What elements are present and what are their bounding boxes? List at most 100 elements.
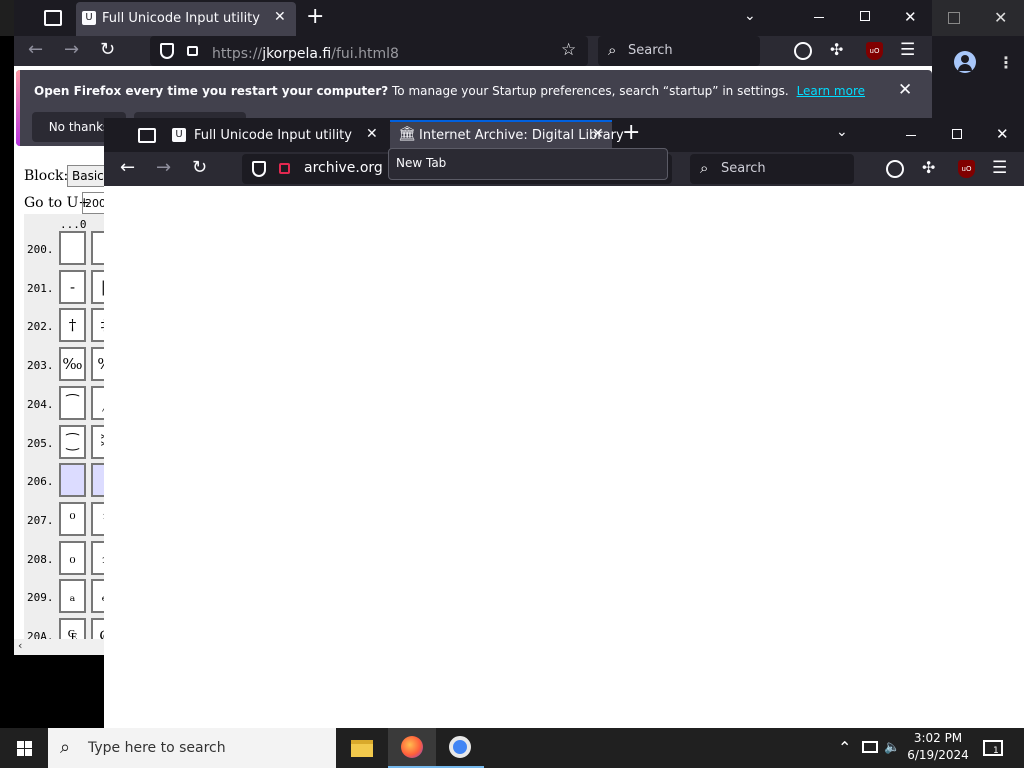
notification-accent — [16, 70, 20, 146]
list-all-tabs-icon[interactable]: ⌄ — [836, 124, 848, 140]
shield-icon[interactable] — [252, 161, 266, 177]
show-hidden-icons-icon[interactable]: ⌃ — [838, 738, 851, 757]
minimize-icon[interactable] — [814, 17, 824, 18]
account-icon[interactable] — [886, 160, 904, 178]
search-icon: ⌕ — [700, 159, 709, 177]
volume-muted-icon[interactable]: 🔈 — [884, 740, 900, 755]
url-text: archive.org — [304, 160, 383, 176]
row-code-label: 208. — [27, 552, 54, 566]
row-code-label: 209. — [27, 591, 54, 605]
tab-tooltip: New Tab — [388, 148, 668, 180]
char-cell[interactable]: ⁀ — [59, 385, 86, 420]
bookmark-star-icon[interactable]: ☆ — [561, 40, 576, 60]
tab-fui[interactable]: U Full Unicode Input utility ✕ — [166, 120, 388, 152]
kebab-menu-icon[interactable]: ⋮ — [998, 53, 1014, 72]
close-icon[interactable]: ✕ — [994, 8, 1007, 27]
row-code-label: 200. — [27, 243, 54, 256]
tab-fui[interactable]: U Full Unicode Input utility ✕ — [76, 2, 296, 36]
favicon-icon: U — [82, 11, 96, 25]
chrome-taskbar-button[interactable] — [436, 728, 484, 768]
search-bar[interactable]: ⌕ Search — [598, 36, 760, 66]
close-tab-icon[interactable]: ✕ — [274, 9, 286, 25]
profile-avatar-icon[interactable] — [954, 51, 976, 73]
firefox-icon — [401, 736, 423, 758]
menu-icon[interactable]: ☰ — [900, 40, 915, 60]
tab-title: Full Unicode Input utility — [102, 11, 260, 26]
clock[interactable]: 3:02 PM 6/19/2024 — [906, 731, 970, 765]
search-icon: ⌕ — [60, 737, 71, 758]
extensions-icon[interactable]: ✣ — [922, 158, 935, 177]
search-icon: ⌕ — [608, 41, 617, 59]
learn-more-link[interactable]: Learn more — [797, 84, 865, 98]
tab-title: Full Unicode Input utility — [194, 128, 352, 143]
firefox-taskbar-button[interactable] — [388, 728, 436, 768]
tab-overview-icon[interactable] — [44, 10, 62, 26]
char-cell[interactable]: ₐ — [59, 579, 86, 614]
block-select[interactable]: Basic — [67, 165, 107, 187]
row-code-label: 203. — [27, 359, 54, 373]
scroll-left-icon[interactable]: ‹ — [18, 639, 22, 652]
account-icon[interactable] — [794, 42, 812, 60]
back-icon[interactable]: ← — [120, 157, 135, 178]
search-bar[interactable]: ⌕ Search — [690, 154, 854, 184]
notifications-icon[interactable]: 1 — [983, 740, 1003, 756]
back-icon[interactable]: ← — [28, 39, 43, 60]
char-cell[interactable] — [59, 231, 86, 265]
new-tab-icon[interactable]: + — [306, 4, 324, 29]
folder-icon — [351, 739, 373, 757]
new-tab-icon[interactable]: + — [622, 120, 640, 145]
taskbar-search[interactable]: ⌕ Type here to search — [48, 728, 336, 768]
url-text: https://jkorpela.fi/fui.html8 — [212, 46, 399, 62]
close-tab-icon[interactable]: ✕ — [592, 126, 604, 142]
char-cell[interactable]: ‰ — [59, 347, 86, 382]
maximize-icon[interactable] — [860, 11, 870, 21]
horizontal-scrollbar[interactable]: ‹ — [14, 639, 104, 655]
insecure-lock-icon[interactable] — [279, 163, 290, 174]
close-tab-icon[interactable]: ✕ — [366, 126, 378, 142]
active-tab-indicator — [390, 120, 612, 122]
firefox-window-front: U Full Unicode Input utility ✕ 🏛 Interne… — [104, 118, 1024, 730]
char-cell[interactable]: † — [59, 308, 86, 343]
start-button[interactable] — [0, 728, 48, 768]
tooltip-text: New Tab — [396, 156, 447, 170]
network-icon[interactable] — [862, 741, 878, 753]
list-all-tabs-icon[interactable]: ⌄ — [744, 8, 756, 24]
url-bar[interactable]: https://jkorpela.fi/fui.html8 ☆ — [150, 36, 588, 66]
char-cell[interactable]: - — [59, 269, 86, 304]
row-code-label: 205. — [27, 436, 54, 450]
background-window-toolbar: ⋮ — [932, 36, 1024, 118]
forward-icon[interactable]: → — [156, 157, 171, 178]
ublock-icon[interactable]: uO — [866, 42, 883, 60]
forward-icon[interactable]: → — [64, 39, 79, 60]
clock-date: 6/19/2024 — [907, 748, 969, 762]
clock-time: 3:02 PM — [913, 731, 963, 745]
lock-icon[interactable] — [187, 46, 198, 56]
favicon-icon: U — [172, 128, 186, 142]
char-cell[interactable] — [59, 463, 86, 498]
close-window-icon[interactable]: ✕ — [996, 125, 1009, 143]
ublock-icon[interactable]: uO — [958, 160, 975, 178]
restore-icon[interactable] — [948, 12, 960, 24]
char-cell[interactable]: ⁰ — [59, 501, 86, 536]
minimize-icon[interactable] — [906, 135, 916, 136]
close-notification-icon[interactable]: ✕ — [898, 80, 912, 100]
windows-icon — [16, 740, 32, 756]
block-label: Block: — [24, 168, 69, 184]
chrome-icon — [449, 736, 471, 758]
goto-label: Go to U+ — [24, 195, 91, 211]
shield-icon[interactable] — [160, 43, 174, 59]
tab-overview-icon[interactable] — [138, 128, 156, 143]
extensions-icon[interactable]: ✣ — [830, 40, 843, 59]
maximize-icon[interactable] — [952, 129, 962, 139]
archive-favicon-icon: 🏛 — [398, 126, 416, 142]
char-cell[interactable]: ⁐ — [59, 424, 86, 459]
row-code-label: 201. — [27, 281, 54, 295]
reload-icon[interactable]: ↻ — [192, 157, 207, 178]
char-cell[interactable]: ₀ — [59, 540, 86, 575]
tab-strip: U Full Unicode Input utility ✕ + ⌄ ✕ — [14, 0, 932, 36]
reload-icon[interactable]: ↻ — [100, 39, 115, 60]
close-window-icon[interactable]: ✕ — [904, 8, 917, 26]
file-explorer-button[interactable] — [338, 728, 386, 768]
menu-icon[interactable]: ☰ — [992, 158, 1007, 178]
page-content-blank — [104, 186, 1024, 730]
